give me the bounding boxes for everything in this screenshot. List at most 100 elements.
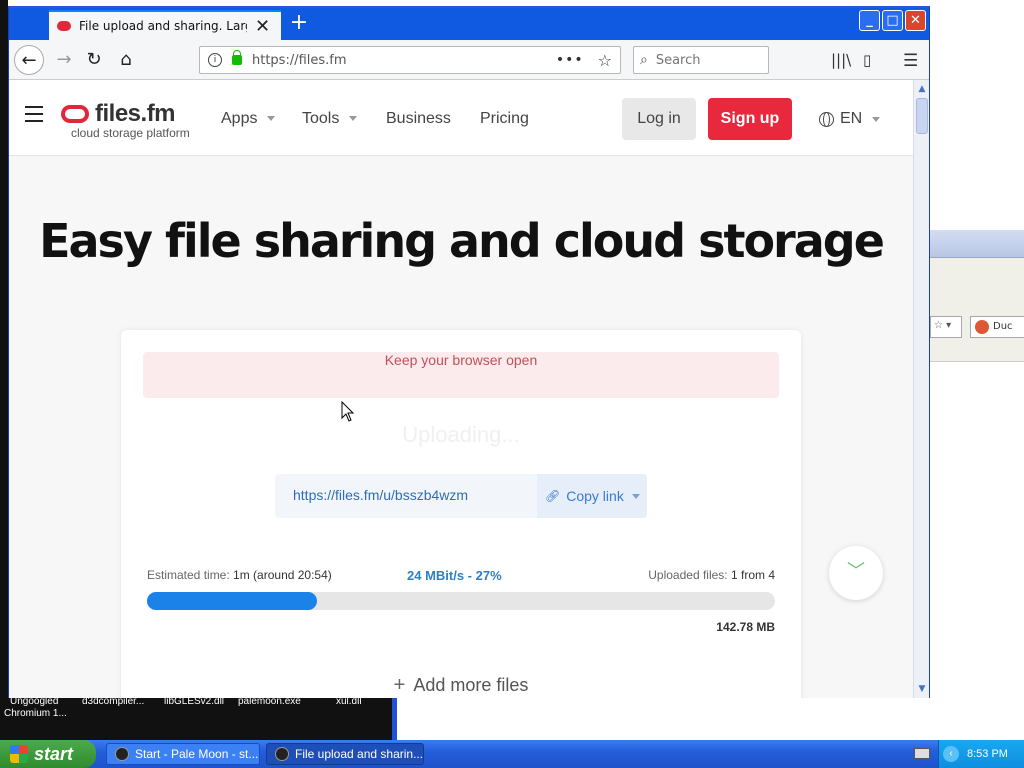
background-window-toolbar: ☆ ▾ Duc (930, 258, 1024, 362)
keyboard-icon[interactable] (914, 748, 930, 759)
site-info-icon[interactable]: i (208, 53, 222, 67)
chevron-down-icon (872, 116, 881, 122)
address-bar[interactable]: i https://files.fm ••• ☆ (199, 46, 621, 74)
url-text[interactable]: https://files.fm (252, 53, 556, 68)
chevron-down-icon (349, 116, 358, 122)
tab-title: File upload and sharing. Large file (79, 19, 247, 33)
sidebar-toggle-icon[interactable]: ▯ (863, 51, 871, 69)
signup-button[interactable]: Sign up (708, 98, 792, 140)
uploaded-files-value: 1 from 4 (730, 568, 775, 582)
new-tab-button[interactable]: + (281, 10, 317, 38)
total-size: 142.78 MB (716, 620, 775, 634)
page-title: Easy file sharing and cloud storage (39, 214, 885, 268)
scroll-down-button[interactable]: ﹀ (829, 546, 883, 600)
chevron-down-icon (631, 493, 640, 499)
nav-apps[interactable]: Apps (221, 110, 276, 128)
upload-progress-fill (147, 592, 317, 610)
search-box[interactable]: ⌕ (633, 46, 769, 74)
link-icon: 🔗︎ (545, 489, 561, 503)
scrollbar-thumb[interactable] (916, 98, 928, 134)
desktop-icons-area: Ungoogled d3dcompiler... libGLESv2.dll p… (0, 696, 392, 740)
taskbar-item-files-fm[interactable]: File upload and sharin... (266, 743, 424, 765)
desktop-background (0, 0, 8, 700)
pale-moon-icon (115, 747, 129, 761)
library-icon[interactable]: |||\ (831, 51, 851, 69)
close-window-button[interactable]: ✕ (905, 10, 926, 31)
search-icon: ⌕ (640, 52, 648, 68)
taskbar-item-pale-moon[interactable]: Start - Pale Moon - st... (106, 743, 260, 765)
language-selector[interactable]: EN (819, 110, 881, 128)
tab-close-icon[interactable]: ✕ (255, 16, 270, 37)
site-menu-icon[interactable] (25, 106, 43, 127)
taskbar-item-label: File upload and sharin... (295, 747, 424, 761)
maximize-button[interactable]: □ (882, 10, 903, 31)
background-window-dropdown[interactable]: ☆ ▾ (930, 316, 962, 338)
background-window[interactable]: ☆ ▾ Duc (930, 230, 1024, 696)
navigation-toolbar: ← → ↻ ⌂ i https://files.fm ••• ☆ ⌕ |||\ … (9, 40, 929, 80)
nav-tools-label: Tools (302, 110, 340, 127)
background-window-search-text: Duc (993, 321, 1013, 332)
nav-apps-label: Apps (221, 110, 258, 127)
system-tray: ‹ 8:53 PM (938, 740, 1024, 768)
cloud-logo-icon (61, 105, 89, 123)
upload-stats: Estimated time: 1m (around 20:54) 24 MBi… (147, 568, 775, 584)
scroll-down-arrow-icon[interactable]: ▼ (915, 682, 929, 696)
desktop-background (392, 696, 1024, 740)
add-more-files-label: Add more files (413, 675, 529, 695)
keep-open-alert: Keep your browser open (143, 352, 779, 398)
tab-files-fm[interactable]: File upload and sharing. Large file ✕ (49, 10, 281, 40)
uploaded-files-label: Uploaded files: (648, 568, 728, 582)
bookmark-star-icon[interactable]: ☆ (598, 51, 612, 70)
minimize-button[interactable]: _ (859, 10, 880, 31)
taskbar: start Start - Pale Moon - st... File upl… (0, 740, 1024, 768)
browser-menu-icon[interactable]: ☰ (903, 51, 918, 71)
browser-icon (275, 747, 289, 761)
plus-icon: + (393, 674, 406, 696)
files-fm-favicon-icon (57, 21, 71, 31)
page-scrollbar[interactable]: ▲ ▼ (913, 80, 929, 698)
start-label: start (34, 743, 74, 764)
start-button[interactable]: start (0, 740, 96, 768)
language-label: EN (840, 110, 863, 127)
background-window-titlebar[interactable] (930, 230, 1024, 258)
upload-progress-bar (147, 592, 775, 610)
login-button[interactable]: Log in (622, 98, 696, 140)
estimated-time: Estimated time: 1m (around 20:54) (147, 568, 332, 582)
chevron-down-icon: ﹀ (847, 561, 865, 582)
upload-speed: 24 MBit/s - 27% (407, 568, 502, 583)
copy-link-label: Copy link (566, 488, 624, 504)
reload-button[interactable]: ↻ (79, 45, 109, 75)
secure-lock-icon[interactable] (232, 50, 242, 65)
forward-button[interactable]: → (49, 45, 79, 75)
background-window-search[interactable]: Duc (970, 316, 1024, 338)
windows-logo-icon (10, 745, 28, 763)
nav-pricing[interactable]: Pricing (480, 110, 529, 128)
upload-card: Keep your browser open Uploading... http… (121, 330, 801, 698)
page-content: files.fm cloud storage platform Apps Too… (9, 80, 913, 698)
share-link[interactable]: https://files.fm/u/bsszb4wzm (293, 487, 468, 503)
upload-status: Uploading... (402, 422, 520, 447)
clock[interactable]: 8:53 PM (967, 748, 1008, 760)
globe-icon (819, 111, 834, 127)
nav-tools[interactable]: Tools (302, 110, 358, 128)
logo-name: files.fm (95, 100, 176, 127)
taskbar-item-label: Start - Pale Moon - st... (135, 747, 259, 761)
nav-business[interactable]: Business (386, 110, 451, 128)
back-button[interactable]: ← (14, 45, 44, 75)
uploaded-files: Uploaded files: 1 from 4 (648, 568, 775, 582)
scroll-up-arrow-icon[interactable]: ▲ (915, 82, 929, 96)
search-input[interactable] (655, 52, 746, 68)
tab-strip[interactable]: File upload and sharing. Large file ✕ + … (9, 8, 929, 40)
desktop-icon-label[interactable]: Chromium 1... (4, 708, 67, 719)
chevron-down-icon (267, 116, 276, 122)
copy-link-button[interactable]: 🔗︎ Copy link (537, 474, 647, 518)
estimated-time-value: 1m (around 20:54) (233, 568, 332, 582)
estimated-time-label: Estimated time: (147, 568, 230, 582)
share-link-box: https://files.fm/u/bsszb4wzm 🔗︎ Copy lin… (275, 474, 647, 518)
logo-tagline: cloud storage platform (71, 126, 190, 140)
home-button[interactable]: ⌂ (111, 45, 141, 75)
tray-expand-icon[interactable]: ‹ (943, 746, 959, 762)
add-more-files-button[interactable]: + Add more files (121, 674, 801, 697)
page-actions-icon[interactable]: ••• (556, 52, 584, 68)
duckduckgo-icon (975, 320, 989, 334)
